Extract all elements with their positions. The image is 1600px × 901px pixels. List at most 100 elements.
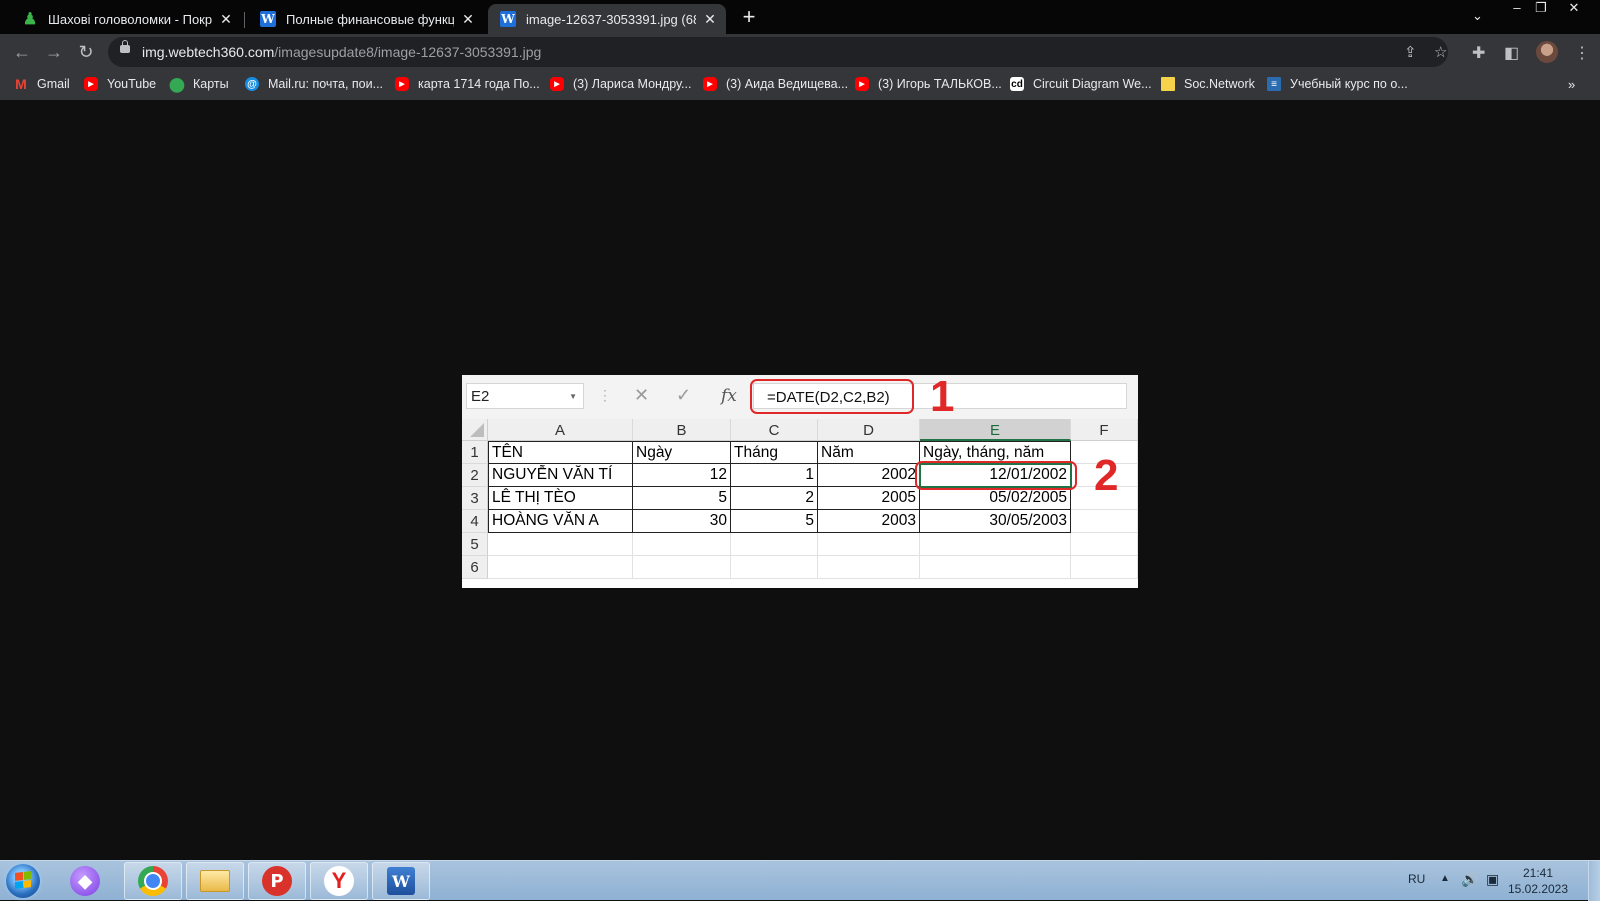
file-explorer-icon (200, 870, 230, 892)
cell-e6 (920, 556, 1071, 579)
cell-d2: 2002 (818, 464, 920, 487)
bookmark-label: Учебный курс по о... (1290, 77, 1408, 91)
clock-date: 15.02.2023 (1507, 882, 1569, 896)
tab-title: Шахові головоломки - Покращ (48, 11, 212, 27)
bookmark-aida[interactable]: ▶ (3) Аида Ведищева... (703, 77, 848, 91)
tab-search-icon[interactable]: ⌄ (1472, 8, 1483, 24)
cell-a1: TÊN (488, 441, 633, 464)
youtube-icon: ▶ (395, 77, 409, 91)
bookmark-soc-network[interactable]: Soc.Network (1161, 77, 1255, 91)
reload-icon[interactable]: ↻ (76, 42, 96, 62)
confirm-check-icon: ✓ (676, 385, 692, 405)
name-box: E2 ▼ (466, 383, 584, 409)
menu-dots-icon[interactable]: ⋮ (1574, 43, 1590, 63)
bookmark-label: (3) Аида Ведищева... (726, 77, 849, 91)
bookmark-youtube[interactable]: ▶ YouTube (84, 77, 156, 91)
show-desktop-button[interactable] (1588, 861, 1600, 901)
tab-title: Полные финансовые функции (286, 11, 454, 27)
row-header-5: 5 (462, 533, 488, 556)
bookmark-label: Soc.Network (1184, 77, 1255, 91)
language-indicator[interactable]: RU (1408, 872, 1425, 886)
window-close-icon[interactable]: ✕ (1561, 0, 1587, 18)
url-text[interactable]: img.webtech360.com/imagesupdate8/image-1… (142, 44, 541, 60)
tray-expand-icon[interactable]: ▲ (1440, 873, 1450, 884)
address-bar[interactable]: img.webtech360.com/imagesupdate8/image-1… (108, 37, 1448, 67)
bookmark-gmail[interactable]: M Gmail (14, 76, 70, 92)
network-icon[interactable]: ▣ (1486, 871, 1499, 888)
column-header-b: B (633, 419, 731, 441)
youtube-icon: ▶ (703, 77, 717, 91)
drag-dots-icon: ⋮ (598, 387, 612, 403)
tab-strip: ♟ Шахові головоломки - Покращ ✕ W Полные… (0, 0, 1600, 34)
share-icon[interactable]: ⇪ (1404, 43, 1417, 61)
bookmark-course[interactable]: ≡ Учебный курс по о... (1267, 77, 1408, 91)
maps-icon: ⬤ (169, 75, 185, 92)
extensions-puzzle-icon[interactable]: ✚ (1472, 43, 1485, 63)
taskbar-file-explorer[interactable] (186, 862, 244, 900)
column-header-e: E (920, 419, 1071, 441)
course-icon: ≡ (1267, 77, 1281, 91)
bookmark-igor[interactable]: ▶ (3) Игорь ТАЛЬКОВ... (855, 77, 1002, 91)
cell-d5 (818, 533, 920, 556)
chess-piece-icon: ♟ (22, 11, 38, 28)
word-icon: W (387, 867, 415, 895)
forward-arrow-icon[interactable]: → (44, 42, 64, 62)
cancel-x-icon: ✕ (634, 385, 650, 405)
bookmark-maps[interactable]: ⬤ Карты (169, 75, 228, 92)
cell-d3: 2005 (818, 487, 920, 510)
bookmark-larisa[interactable]: ▶ (3) Лариса Мондру... (550, 77, 691, 91)
bookmark-label: (3) Лариса Мондру... (573, 77, 692, 91)
cell-c2: 1 (731, 464, 818, 487)
cell-a4: HOÀNG VĂN A (488, 510, 633, 533)
bookmark-map-1714[interactable]: ▶ карта 1714 года По... (395, 77, 540, 91)
close-tab-icon[interactable]: ✕ (460, 11, 476, 27)
taskbar-alice[interactable]: ◆ (56, 862, 114, 900)
w-icon: W (260, 11, 276, 27)
gmail-icon: M (15, 76, 27, 92)
profile-avatar[interactable] (1536, 41, 1558, 63)
windows-taskbar: ◆ P Y W RU ▲ 🔊 ▣ 21:41 15.02.2023 (0, 860, 1600, 901)
taskbar-chrome[interactable] (124, 862, 182, 900)
bookmarks-bar: M Gmail ▶ YouTube ⬤ Карты @ Mail.ru: почта, … (0, 70, 1600, 100)
taskbar-word[interactable]: W (372, 862, 430, 900)
cell-e3: 05/02/2005 (920, 487, 1071, 510)
close-tab-icon[interactable]: ✕ (702, 11, 718, 27)
volume-icon[interactable]: 🔊 (1461, 871, 1478, 888)
bookmarks-overflow-icon[interactable]: » (1568, 77, 1575, 92)
taskbar-pikabu[interactable]: P (248, 862, 306, 900)
system-clock[interactable]: 21:41 15.02.2023 (1500, 865, 1576, 897)
restore-icon[interactable]: ❐ (1528, 0, 1554, 18)
bookmark-star-icon[interactable]: ☆ (1434, 43, 1447, 61)
close-tab-icon[interactable]: ✕ (218, 11, 234, 27)
bookmark-mailru[interactable]: @ Mail.ru: почта, пои... (245, 77, 383, 91)
annotation-marker-2: 2 (1094, 451, 1119, 500)
cell-b2: 12 (633, 464, 731, 487)
tab-chess-puzzles[interactable]: ♟ Шахові головоломки - Покращ ✕ (10, 4, 242, 34)
cell-b1: Ngày (633, 441, 731, 464)
column-header-f: F (1071, 419, 1138, 441)
bookmark-circuit-diagram[interactable]: cd Circuit Diagram We... (1010, 77, 1152, 91)
cell-d1: Năm (818, 441, 920, 464)
back-arrow-icon[interactable]: ← (12, 42, 32, 62)
taskbar-yandex[interactable]: Y (310, 862, 368, 900)
row-header-1: 1 (462, 441, 488, 464)
annotation-box-2 (915, 461, 1077, 490)
new-tab-button[interactable]: + (738, 6, 760, 28)
cell-c1: Tháng (731, 441, 818, 464)
youtube-icon: ▶ (550, 77, 564, 91)
annotation-marker-1: 1 (930, 375, 955, 421)
tab-title: image-12637-3053391.jpg (680× (526, 11, 696, 27)
tab-financial-functions[interactable]: W Полные финансовые функции ✕ (248, 4, 484, 34)
row-header-2: 2 (462, 464, 488, 487)
minimize-icon[interactable]: – (1504, 0, 1530, 18)
bookmark-label: (3) Игорь ТАЛЬКОВ... (878, 77, 1002, 91)
bookmark-label: карта 1714 года По... (418, 77, 540, 91)
browser-toolbar: ← → ↻ img.webtech360.com/imagesupdate8/i… (0, 34, 1600, 70)
alice-icon: ◆ (70, 866, 100, 896)
cell-c3: 2 (731, 487, 818, 510)
bookmark-label: Gmail (37, 77, 70, 91)
side-panel-icon[interactable]: ◧ (1504, 43, 1519, 63)
annotation-box-1 (750, 379, 914, 414)
bookmark-label: Mail.ru: почта, пои... (268, 77, 384, 91)
tab-image-active[interactable]: W image-12637-3053391.jpg (680× ✕ (488, 4, 726, 34)
